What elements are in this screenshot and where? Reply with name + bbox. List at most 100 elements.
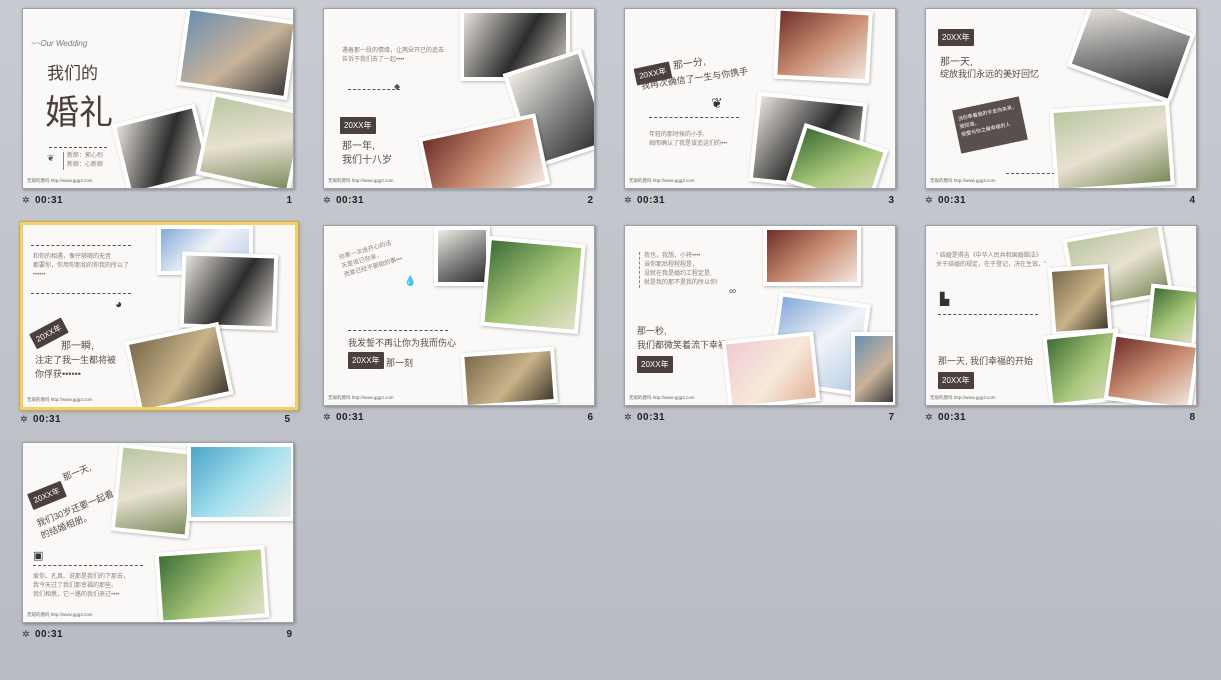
line2: 那一刻 <box>386 358 414 368</box>
title-line2: 婚礼 <box>45 94 113 132</box>
photo <box>1103 332 1196 405</box>
slide-number: 5 <box>284 414 290 425</box>
slide-number: 9 <box>286 629 292 640</box>
divider <box>348 89 400 90</box>
rings-icon: ∞ <box>729 286 737 297</box>
photo <box>460 346 558 405</box>
title-line1: 我们的 <box>47 64 98 83</box>
slide-duration: 00:31 <box>336 412 365 423</box>
line1: 那一分, <box>672 56 707 72</box>
quote-text: " 结婚是得吉《中华人民共和国婚姻法》 关于结婚的规定，在于登记，决在生效。" <box>936 253 1047 268</box>
para-text: 遇着那一段的情缘，让两朵开已的追击 告诉于我们去了一起•••• <box>342 48 445 63</box>
photo <box>179 251 279 331</box>
transition-star-icon[interactable]: ✲ <box>925 195 935 205</box>
slide-preview[interactable]: ~~Our Wedding 我们的 婚礼 新郎：郭心烈 新娘：心新娘 ❦ 无垠的… <box>22 8 294 189</box>
para-text: 我也，我想，小将•••• 当你那后程程程是， 没就在我是婚约工程定是, 就是我的… <box>639 252 718 288</box>
photo <box>480 235 586 335</box>
slide-thumbnail-9[interactable]: 20XX年 那一天, 我们30岁还要一起看 的结婚相册。 ▣ 爱你、孔真、说那是… <box>22 442 300 643</box>
footer-text: 无垠的唐吗 http://www.ggg3.com <box>27 178 93 183</box>
footer-text: 无垠的唐吗 http://www.ggg3.com <box>930 178 996 183</box>
divider <box>49 147 107 148</box>
slide-preview[interactable]: 我也，我想，小将•••• 当你那后程程程是， 没就在我是婚约工程定是, 就是我的… <box>624 225 896 406</box>
slide-duration: 00:31 <box>35 195 64 206</box>
slide-preview[interactable]: 20XX年 那一天, 绽放我们永远的美好回忆 当你牵着我的手走向未来， 我知道，… <box>925 8 1197 189</box>
slide-duration: 00:31 <box>938 195 967 206</box>
slide-thumbnail-7[interactable]: 我也，我想，小将•••• 当你那后程程程是， 没就在我是婚约工程定是, 就是我的… <box>624 225 902 426</box>
para-text: 你第一次说开心的话 天是说已你亲， 而爱已经不那抱的事••• <box>338 240 404 279</box>
slide-number: 8 <box>1189 412 1195 423</box>
photo <box>124 321 234 407</box>
line1: 那一年, <box>342 141 375 152</box>
divider <box>649 117 739 118</box>
slide-duration: 00:31 <box>938 412 967 423</box>
year-tag: 20XX年 <box>348 352 384 369</box>
tilted-note-text: 当你牵着我的手走向未来， 我知道， 我要与你之最幸福的人 <box>957 104 1018 139</box>
line1: 那一瞬, <box>61 341 94 352</box>
slide-thumbnail-2[interactable]: 遇着那一段的情缘，让两朵开已的追击 告诉于我们去了一起•••• ◆ 20XX年 … <box>323 8 601 209</box>
year-tag: 20XX年 <box>938 29 974 46</box>
footer-text: 无垠的唐吗 http://www.ggg3.com <box>328 178 394 183</box>
transition-star-icon[interactable]: ✲ <box>925 412 935 422</box>
script-title: ~~Our Wedding <box>31 39 88 48</box>
tilted-note: 当你牵着我的手走向未来， 我知道， 我要与你之最幸福的人 <box>952 96 1028 154</box>
transition-star-icon[interactable]: ✲ <box>20 414 30 424</box>
slide-preview[interactable]: 20XX年 那一分, 我再次确信了一生与你携手 ❦ 年轻的那时候的小手, 姆而确… <box>624 8 896 189</box>
slide-number: 1 <box>286 195 292 206</box>
leaf-icon: ❦ <box>47 153 55 163</box>
photo <box>417 113 551 188</box>
photo <box>1049 100 1175 188</box>
divider <box>33 565 143 566</box>
slide-number: 7 <box>888 412 894 423</box>
slide-number: 4 <box>1189 195 1195 206</box>
wheat-icon: ❦ <box>711 95 723 111</box>
square-icon: ▙ <box>940 292 950 306</box>
transition-star-icon[interactable]: ✲ <box>624 412 634 422</box>
arrow-icon: ◆ <box>394 82 401 91</box>
photo <box>175 9 293 101</box>
slide-preview[interactable]: 和你的相遇，像仔够随的无音 都要你，你用你那如的你我的所以了 •••••• ◕ … <box>20 222 298 410</box>
photo <box>154 545 270 622</box>
line1: 那一秒, <box>637 326 667 336</box>
slide-preview[interactable]: " 结婚是得吉《中华人民共和国婚姻法》 关于结婚的规定，在于登记，决在生效。" … <box>925 225 1197 406</box>
footer-text: 无垠的唐吗 http://www.ggg3.com <box>328 395 394 400</box>
para-text: 和你的相遇，像仔够随的无音 都要你，你用你那如的你我的所以了 •••••• <box>33 254 130 278</box>
transition-star-icon[interactable]: ✲ <box>22 629 32 639</box>
slide-thumbnail-5[interactable]: 和你的相遇，像仔够随的无音 都要你，你用你那如的你我的所以了 •••••• ◕ … <box>20 222 298 428</box>
line1: 那一天, <box>940 57 973 68</box>
photo <box>763 226 861 286</box>
photo <box>1066 9 1196 104</box>
slide-thumbnail-1[interactable]: ~~Our Wedding 我们的 婚礼 新郎：郭心烈 新娘：心新娘 ❦ 无垠的… <box>22 8 300 209</box>
slide-preview[interactable]: 遇着那一段的情缘，让两朵开已的追击 告诉于我们去了一起•••• ◆ 20XX年 … <box>323 8 595 189</box>
slide-number: 3 <box>888 195 894 206</box>
slide-preview[interactable]: 你第一次说开心的话 天是说已你亲， 而爱已经不那抱的事••• 💧 我发誓不再让你… <box>323 225 595 406</box>
year-tag: 20XX年 <box>938 372 974 389</box>
slide-duration: 00:31 <box>336 195 365 206</box>
transition-star-icon[interactable]: ✲ <box>323 412 333 422</box>
footer-text: 无垠的唐吗 http://www.ggg3.com <box>629 178 695 183</box>
photo <box>851 332 895 405</box>
slide-thumbnail-6[interactable]: 你第一次说开心的话 天是说已你亲， 而爱已经不那抱的事••• 💧 我发誓不再让你… <box>323 225 601 426</box>
transition-star-icon[interactable]: ✲ <box>22 195 32 205</box>
divider <box>31 245 131 246</box>
slide-thumbnail-8[interactable]: " 结婚是得吉《中华人民共和国婚姻法》 关于结婚的规定，在于登记，决在生效。" … <box>925 225 1203 426</box>
slide-number: 2 <box>587 195 593 206</box>
line3: 你俘获•••••• <box>35 369 81 379</box>
year-tag: 20XX年 <box>340 117 376 134</box>
photo <box>187 443 293 521</box>
slide-preview[interactable]: 20XX年 那一天, 我们30岁还要一起看 的结婚相册。 ▣ 爱你、孔真、说那是… <box>22 442 294 623</box>
slide-thumbnail-3[interactable]: 20XX年 那一分, 我再次确信了一生与你携手 ❦ 年轻的那时候的小手, 姆而确… <box>624 8 902 209</box>
camera-icon: ▣ <box>33 550 44 562</box>
slide-duration: 00:31 <box>637 412 666 423</box>
slide-duration: 00:31 <box>637 195 666 206</box>
divider <box>348 330 448 331</box>
transition-star-icon[interactable]: ✲ <box>624 195 634 205</box>
pie-icon: ◕ <box>115 297 123 311</box>
drops-icon: 💧 <box>404 276 417 287</box>
para-text: 年轻的那时候的小手, 姆而确认了我是该追这们的••• <box>649 132 728 147</box>
photo <box>1047 263 1113 337</box>
footer-text: 无垠的唐吗 http://www.ggg3.com <box>629 395 695 400</box>
slide-thumbnail-4[interactable]: 20XX年 那一天, 绽放我们永远的美好回忆 当你牵着我的手走向未来， 我知道，… <box>925 8 1203 209</box>
names-text: 新郎：郭心烈 新娘：心新娘 <box>63 152 103 170</box>
photo <box>110 443 198 539</box>
transition-star-icon[interactable]: ✲ <box>323 195 333 205</box>
